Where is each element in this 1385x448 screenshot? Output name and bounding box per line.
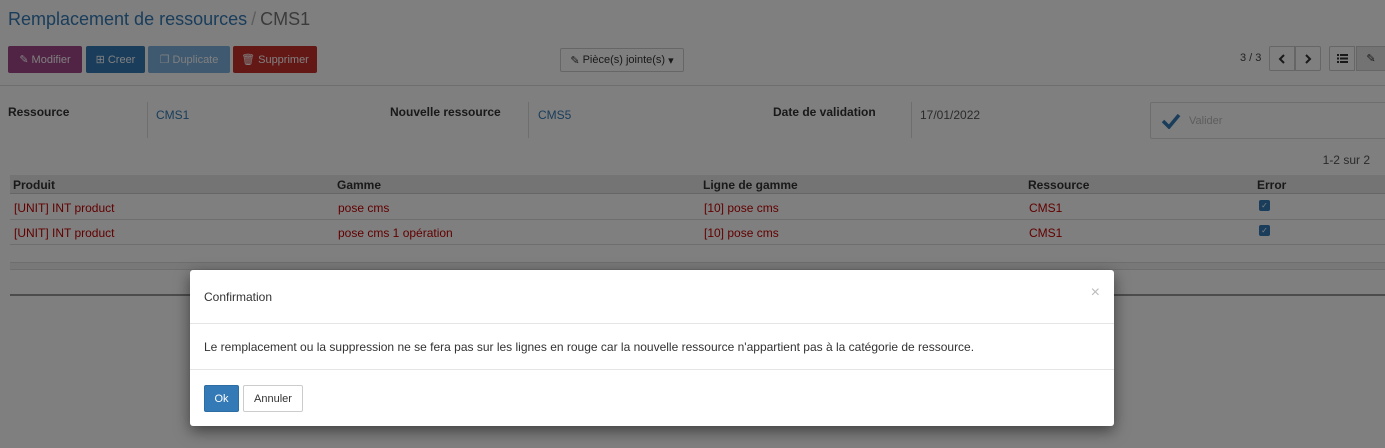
cancel-button[interactable]: Annuler xyxy=(243,385,303,412)
dialog-header: Confirmation × xyxy=(190,270,1114,324)
dialog-title: Confirmation xyxy=(204,290,273,304)
dialog-message: Le remplacement ou la suppression ne se … xyxy=(204,340,975,354)
confirmation-dialog: Confirmation × Le remplacement ou la sup… xyxy=(190,270,1114,426)
ok-button[interactable]: Ok xyxy=(204,385,239,412)
dialog-footer: Ok Annuler xyxy=(190,369,1114,426)
close-icon[interactable]: × xyxy=(1091,284,1100,302)
